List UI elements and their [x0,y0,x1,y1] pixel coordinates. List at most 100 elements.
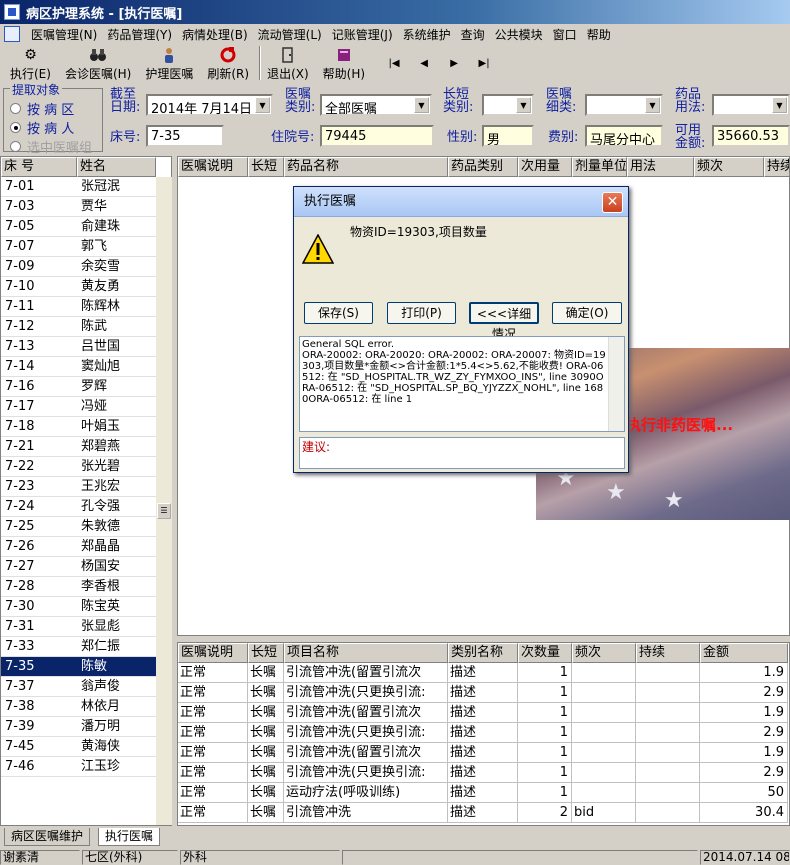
patient-row[interactable]: 7-21 郑碧燕 [1,437,156,457]
patient-row[interactable]: 7-09 余奕雪 [1,257,156,277]
save-button[interactable]: 保存(S) [304,302,373,324]
fee-row[interactable]: 正常 长嘱 引流管冲洗(留置引流次 描述 1 1.9 [178,663,788,683]
first-record-button[interactable]: |◀ [379,46,409,80]
fee-column-header[interactable]: 医嘱说明 [178,643,248,663]
column-header-name[interactable]: 姓名 [77,157,156,177]
next-record-button[interactable]: ▶ [439,46,469,80]
patient-row[interactable]: 7-39 潘万明 [1,717,156,737]
order-column-header[interactable]: 药品名称 [284,157,448,177]
patient-row[interactable]: 7-22 张光碧 [1,457,156,477]
print-button[interactable]: 打印(P) [387,302,456,324]
radio-selected-group[interactable]: 选中医嘱组 [10,137,92,156]
fee-row[interactable]: 正常 长嘱 引流管冲洗(只更换引流: 描述 1 2.9 [178,723,788,743]
fee-row[interactable]: 正常 长嘱 引流管冲洗(留置引流次 描述 1 1.9 [178,743,788,763]
patient-row[interactable]: 7-18 叶娟玉 [1,417,156,437]
order-column-header[interactable]: 剂量单位 [572,157,627,177]
fee-row[interactable]: 正常 长嘱 引流管冲洗(留置引流次 描述 1 1.9 [178,703,788,723]
refresh-button[interactable]: 刷新(R) [207,46,249,82]
patient-row[interactable]: 7-28 李香根 [1,577,156,597]
patient-row[interactable]: 7-05 俞建珠 [1,217,156,237]
patient-row[interactable]: 7-23 王兆宏 [1,477,156,497]
tab-execute-order[interactable]: 执行医嘱 [98,828,161,846]
error-detail-scrollbar[interactable] [608,337,624,431]
order-column-header[interactable]: 持续 [764,157,789,177]
patient-row[interactable]: 7-24 孔令强 [1,497,156,517]
patient-row[interactable]: 7-26 郑晶晶 [1,537,156,557]
column-header-bed[interactable]: 床 号 [1,157,77,177]
patient-row[interactable]: 7-27 杨国安 [1,557,156,577]
order-column-header[interactable]: 次用量 [518,157,572,177]
menu-query[interactable]: 查询 [456,26,490,43]
radio-by-patient[interactable]: 按 病 人 [10,118,74,137]
fee-column-header[interactable]: 项目名称 [284,643,448,663]
mdi-child-icon[interactable] [4,26,20,42]
nursing-order-button[interactable]: 护理医嘱 [145,46,193,82]
fee-column-header[interactable]: 类别名称 [448,643,518,663]
long-short-select[interactable]: ▼ [482,94,534,116]
details-button[interactable]: <<<详细情况 [469,302,539,341]
patient-row[interactable]: 7-01 张冠泯 [1,177,156,197]
patient-row[interactable]: 7-11 陈辉林 [1,297,156,317]
patient-row[interactable]: 7-07 郭飞 [1,237,156,257]
suggestion-textarea[interactable]: 建议: [299,437,625,469]
fee-column-header[interactable]: 次数量 [518,643,572,663]
patient-row[interactable]: 7-38 林依月 [1,697,156,717]
patient-row[interactable]: 7-10 黄友勇 [1,277,156,297]
patient-row[interactable]: 7-37 翁声俊 [1,677,156,697]
fee-column-header[interactable]: 持续 [636,643,700,663]
consult-order-button[interactable]: 会诊医嘱(H) [65,46,131,82]
drug-usage-select[interactable]: ▼ [712,94,790,116]
radio-by-ward[interactable]: 按 病 区 [10,99,74,118]
fee-row[interactable]: 正常 长嘱 运动疗法(呼吸训练) 描述 1 50 [178,783,788,803]
fee-row[interactable]: 正常 长嘱 引流管冲洗(只更换引流: 描述 1 2.9 [178,763,788,783]
fee-column-header[interactable]: 金额 [700,643,788,663]
patient-row[interactable]: 7-31 张显彪 [1,617,156,637]
menu-flow-mgmt[interactable]: 流动管理(L) [253,26,327,43]
help-button[interactable]: 帮助(H) [323,46,365,82]
patient-row[interactable]: 7-35 陈敏 [1,657,156,677]
last-record-button[interactable]: ▶| [469,46,499,80]
fee-column-header[interactable]: 长短 [248,643,284,663]
close-icon[interactable]: ✕ [602,192,623,213]
scroll-thumb[interactable]: ☰ [157,503,171,519]
menu-condition[interactable]: 病情处理(B) [177,26,253,43]
exit-button[interactable]: 退出(X) [267,46,309,82]
execute-button[interactable]: ⚙ 执行(E) [10,46,51,82]
error-detail-textarea[interactable]: General SQL error. ORA-20002: ORA-20020:… [299,336,625,432]
date-picker[interactable]: 2014年 7月14日 ▼ [146,94,273,116]
patient-row[interactable]: 7-13 吕世国 [1,337,156,357]
menu-window[interactable]: 窗口 [548,26,582,43]
patient-row[interactable]: 7-12 陈武 [1,317,156,337]
menu-drug-mgmt[interactable]: 药品管理(Y) [102,26,177,43]
menu-system[interactable]: 系统维护 [398,26,456,43]
menu-help[interactable]: 帮助 [582,26,616,43]
menu-order-mgmt[interactable]: 医嘱管理(N) [26,26,102,43]
menu-common[interactable]: 公共模块 [490,26,548,43]
fee-column-header[interactable]: 频次 [572,643,636,663]
patient-row[interactable]: 7-17 冯娅 [1,397,156,417]
patient-row[interactable]: 7-33 郑仁振 [1,637,156,657]
order-column-header[interactable]: 医嘱说明 [178,157,248,177]
fee-cell [636,723,700,743]
ok-button[interactable]: 确定(O) [552,302,622,324]
bed-number-input[interactable]: 7-35 [146,125,224,147]
order-column-header[interactable]: 频次 [694,157,764,177]
menu-billing[interactable]: 记账管理(J) [327,26,398,43]
order-column-header[interactable]: 用法 [627,157,694,177]
patient-row[interactable]: 7-46 江玉珍 [1,757,156,777]
patient-row[interactable]: 7-03 贾华 [1,197,156,217]
fee-row[interactable]: 正常 长嘱 引流管冲洗(只更换引流: 描述 1 2.9 [178,683,788,703]
prev-record-button[interactable]: ◀ [409,46,439,80]
patient-row[interactable]: 7-30 陈宝英 [1,597,156,617]
patient-list-scrollbar[interactable]: ☰ [156,177,172,825]
order-column-header[interactable]: 长短 [248,157,284,177]
patient-row[interactable]: 7-14 窦灿旭 [1,357,156,377]
tab-ward-order-maintenance[interactable]: 病区医嘱维护 [4,828,91,846]
order-column-header[interactable]: 药品类别 [448,157,518,177]
order-detail-select[interactable]: ▼ [585,94,663,116]
patient-row[interactable]: 7-25 朱敦德 [1,517,156,537]
patient-row[interactable]: 7-45 黄海侠 [1,737,156,757]
patient-row[interactable]: 7-16 罗辉 [1,377,156,397]
order-type-select[interactable]: 全部医嘱 ▼ [320,94,432,116]
fee-row[interactable]: 正常 长嘱 引流管冲洗 描述 2 bid 30.4 [178,803,788,823]
